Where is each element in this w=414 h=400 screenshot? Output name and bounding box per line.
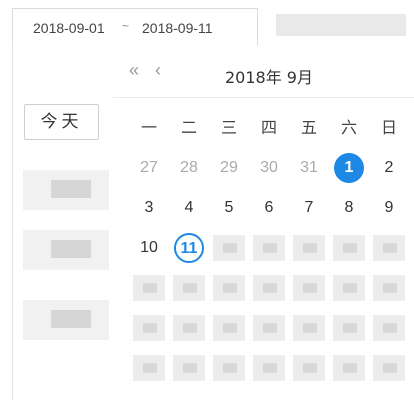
blurred-day-cell[interactable] <box>373 315 405 341</box>
day-cell[interactable]: 2 <box>369 148 409 188</box>
day-cell[interactable]: 8 <box>329 188 369 228</box>
calendar-panel: « ‹ 2018年 9月 一 二 三 四 五 六 日 27 28 29 30 3… <box>113 46 414 400</box>
shortcut-item[interactable] <box>23 300 109 340</box>
day-cell-today[interactable]: 11 <box>169 228 209 268</box>
range-start-value: 2018-09-01 <box>33 20 105 36</box>
blurred-day-cell[interactable] <box>293 315 325 341</box>
blurred-day-cell[interactable] <box>213 275 245 301</box>
day-cell[interactable]: 10 <box>129 228 169 268</box>
day-cell[interactable]: 31 <box>289 148 329 188</box>
day-cell[interactable]: 9 <box>369 188 409 228</box>
day-cell[interactable]: 28 <box>169 148 209 188</box>
range-separator: ~ <box>122 19 130 33</box>
blurred-region <box>276 14 406 36</box>
blurred-day-cell[interactable] <box>213 315 245 341</box>
day-cell[interactable]: 3 <box>129 188 169 228</box>
calendar-title: 2018年 9月 <box>225 68 313 87</box>
weekday-label: 三 <box>220 118 237 137</box>
weekday-label: 日 <box>380 118 397 137</box>
shortcut-sidebar: 今天 <box>13 46 113 400</box>
weekday-label: 一 <box>140 118 157 137</box>
day-cell-selected[interactable]: 1 <box>329 148 369 188</box>
day-cell[interactable]: 27 <box>129 148 169 188</box>
weekday-label: 二 <box>180 118 197 137</box>
blurred-day-cell[interactable] <box>373 355 405 381</box>
blurred-day-cell[interactable] <box>213 235 245 261</box>
date-range-input[interactable]: 2018-09-01 ~ 2018-09-11 <box>12 8 258 46</box>
day-cell[interactable]: 29 <box>209 148 249 188</box>
blurred-day-cell[interactable] <box>253 355 285 381</box>
blurred-day-cell[interactable] <box>333 235 365 261</box>
blurred-day-cell[interactable] <box>253 275 285 301</box>
blurred-day-cell[interactable] <box>133 355 165 381</box>
day-cell[interactable]: 4 <box>169 188 209 228</box>
shortcut-item[interactable] <box>23 170 109 210</box>
blurred-day-cell[interactable] <box>333 315 365 341</box>
blurred-day-cell[interactable] <box>173 355 205 381</box>
blurred-day-cell[interactable] <box>253 235 285 261</box>
blurred-day-cell[interactable] <box>373 235 405 261</box>
date-picker-popup: 今天 « ‹ 2018年 9月 一 二 三 四 五 六 日 27 28 29 3… <box>12 46 414 400</box>
today-day-label: 11 <box>174 233 204 263</box>
day-cell[interactable]: 7 <box>289 188 329 228</box>
blurred-day-cell[interactable] <box>333 275 365 301</box>
blurred-day-cell[interactable] <box>133 315 165 341</box>
blurred-day-cell[interactable] <box>293 355 325 381</box>
day-cell[interactable]: 6 <box>249 188 289 228</box>
today-button[interactable]: 今天 <box>24 104 99 140</box>
weekday-label: 五 <box>300 118 317 137</box>
blurred-day-cell[interactable] <box>173 315 205 341</box>
weekday-label: 四 <box>260 118 277 137</box>
blurred-day-cell[interactable] <box>213 355 245 381</box>
prev-year-button[interactable]: « <box>129 60 139 81</box>
prev-month-button[interactable]: ‹ <box>155 60 161 81</box>
shortcut-item[interactable] <box>23 230 109 270</box>
day-cell[interactable]: 30 <box>249 148 289 188</box>
day-cell[interactable]: 5 <box>209 188 249 228</box>
weekday-label: 六 <box>340 118 357 137</box>
blurred-day-cell[interactable] <box>173 275 205 301</box>
blurred-day-cell[interactable] <box>253 315 285 341</box>
blurred-day-cell[interactable] <box>293 275 325 301</box>
blurred-day-cell[interactable] <box>333 355 365 381</box>
blurred-day-cell[interactable] <box>133 275 165 301</box>
selected-day-label: 1 <box>334 153 364 183</box>
blurred-day-cell[interactable] <box>293 235 325 261</box>
calendar-header: « ‹ 2018年 9月 <box>113 46 414 98</box>
range-end-value: 2018-09-11 <box>142 20 213 36</box>
blurred-day-cell[interactable] <box>373 275 405 301</box>
